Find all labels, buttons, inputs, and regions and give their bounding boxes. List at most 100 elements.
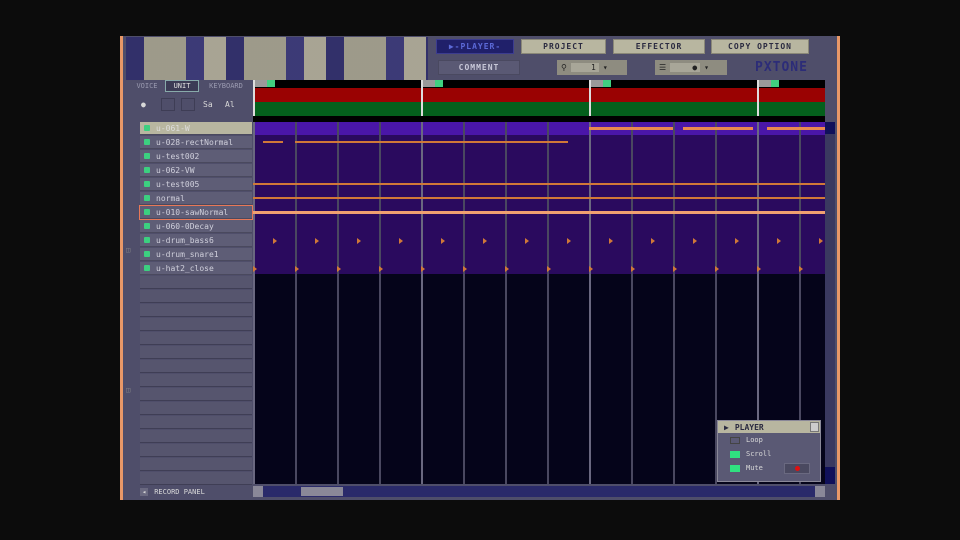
unit-active-icon[interactable] xyxy=(144,153,150,159)
tab-keyboard[interactable]: KEYBOARD xyxy=(201,81,251,91)
unit-active-icon[interactable] xyxy=(144,209,150,215)
unit-row[interactable]: u-061-W xyxy=(140,122,252,135)
drum-event[interactable] xyxy=(715,266,719,272)
drum-event[interactable] xyxy=(819,238,823,244)
drum-event[interactable] xyxy=(505,266,509,272)
scroll-thumb[interactable] xyxy=(301,487,343,496)
drum-event[interactable] xyxy=(399,238,403,244)
unit-active-icon[interactable] xyxy=(144,265,150,271)
unit-active-icon[interactable] xyxy=(144,181,150,187)
sa-button[interactable]: Sa xyxy=(203,100,213,109)
vertical-scrollbar[interactable] xyxy=(825,122,835,484)
unit-row[interactable]: u-010-sawNormal xyxy=(139,205,253,220)
drum-event[interactable] xyxy=(295,266,299,272)
drum-event[interactable] xyxy=(357,238,361,244)
unit-name: u-drum_snare1 xyxy=(156,249,219,259)
drum-event[interactable] xyxy=(547,266,551,272)
unit-row[interactable]: u-drum_snare1 xyxy=(140,248,252,261)
drum-event[interactable] xyxy=(631,266,635,272)
horizontal-scrollbar[interactable] xyxy=(253,486,825,497)
scroll-left-button[interactable] xyxy=(253,486,263,497)
drum-event[interactable] xyxy=(589,266,593,272)
unit-name: u-test005 xyxy=(156,179,200,189)
tab-unit[interactable]: UNIT xyxy=(165,80,199,92)
note-event[interactable] xyxy=(253,197,825,199)
drum-event[interactable] xyxy=(483,238,487,244)
unit-row[interactable]: u-060-0Decay xyxy=(140,220,252,233)
unit-tool-button-2[interactable] xyxy=(181,98,195,111)
record-dot-button[interactable]: ● xyxy=(141,100,146,109)
loop-checkbox[interactable]: Loop xyxy=(730,436,763,444)
record-panel-toggle[interactable]: ◂ RECORD PANEL xyxy=(140,488,205,496)
pxtone-logo: PXTONE xyxy=(755,60,808,75)
comment-button[interactable]: COMMENT xyxy=(438,60,520,75)
unit-active-icon[interactable] xyxy=(144,139,150,145)
drum-event[interactable] xyxy=(651,238,655,244)
unit-tool-button-1[interactable] xyxy=(161,98,175,111)
zoom-control[interactable]: ⚲ 1 ▾ xyxy=(557,60,627,75)
drum-event[interactable] xyxy=(273,238,277,244)
drum-event[interactable] xyxy=(693,238,697,244)
tab-voice[interactable]: VOICE xyxy=(128,81,166,91)
note-event[interactable] xyxy=(589,127,673,130)
drum-event[interactable] xyxy=(609,238,613,244)
note-event[interactable] xyxy=(683,127,753,130)
unit-row[interactable]: u-test005 xyxy=(140,178,252,191)
drum-event[interactable] xyxy=(315,238,319,244)
drum-event[interactable] xyxy=(799,266,803,272)
unit-active-icon[interactable] xyxy=(144,195,150,201)
record-button[interactable] xyxy=(784,463,810,474)
event-bar xyxy=(253,102,825,116)
drum-event[interactable] xyxy=(777,238,781,244)
empty-unit-row xyxy=(140,290,252,303)
drum-event[interactable] xyxy=(463,266,467,272)
drum-event[interactable] xyxy=(441,238,445,244)
timeline[interactable] xyxy=(253,80,825,122)
unit-active-icon[interactable] xyxy=(144,237,150,243)
scroll-right-button[interactable] xyxy=(815,486,825,497)
panel-collapse-handle-2[interactable]: ◫ xyxy=(126,386,130,394)
measure-flag xyxy=(423,80,443,87)
note-event[interactable] xyxy=(253,211,825,214)
note-event[interactable] xyxy=(767,127,825,130)
unit-row[interactable]: u-028-rectNormal xyxy=(140,136,252,149)
drum-event[interactable] xyxy=(253,266,257,272)
snap-dropdown-icon[interactable]: ▾ xyxy=(704,63,709,72)
drum-event[interactable] xyxy=(525,238,529,244)
note-event[interactable] xyxy=(253,183,825,185)
unit-active-icon[interactable] xyxy=(144,167,150,173)
unit-active-icon[interactable] xyxy=(144,223,150,229)
unit-row[interactable]: normal xyxy=(140,192,252,205)
unit-row[interactable]: u-062-VW xyxy=(140,164,252,177)
unit-row[interactable]: u-hat2_close xyxy=(140,262,252,275)
header-banner-image xyxy=(126,37,428,80)
snap-control[interactable]: ☰ ● ▾ xyxy=(655,60,727,75)
unit-name: u-hat2_close xyxy=(156,263,214,273)
drum-event[interactable] xyxy=(567,238,571,244)
note-event[interactable] xyxy=(263,141,283,143)
player-panel-header[interactable]: ▶ PLAYER xyxy=(718,421,820,433)
copy-option-button[interactable]: COPY OPTION xyxy=(711,39,809,54)
scroll-checkbox[interactable]: Scroll xyxy=(730,450,771,458)
panel-collapse-handle[interactable]: ◫ xyxy=(126,246,130,254)
unit-active-icon[interactable] xyxy=(144,251,150,257)
drum-event[interactable] xyxy=(673,266,677,272)
mute-checkbox[interactable]: Mute xyxy=(730,464,763,472)
unit-row[interactable]: u-test002 xyxy=(140,150,252,163)
drum-event[interactable] xyxy=(379,266,383,272)
minimize-button[interactable] xyxy=(810,422,819,432)
zoom-dropdown-icon[interactable]: ▾ xyxy=(603,63,608,72)
project-button[interactable]: PROJECT xyxy=(521,39,606,54)
drum-event[interactable] xyxy=(337,266,341,272)
note-event[interactable] xyxy=(295,141,568,143)
empty-unit-row xyxy=(140,472,252,485)
player-button[interactable]: ▶-PLAYER- xyxy=(436,39,514,54)
drum-event[interactable] xyxy=(757,266,761,272)
effector-button[interactable]: EFFECTOR xyxy=(613,39,705,54)
drum-event[interactable] xyxy=(735,238,739,244)
unit-active-icon[interactable] xyxy=(144,125,150,131)
beat-line xyxy=(673,122,675,484)
al-button[interactable]: Al xyxy=(225,100,235,109)
drum-event[interactable] xyxy=(421,266,425,272)
unit-row[interactable]: u-drum_bass6 xyxy=(140,234,252,247)
